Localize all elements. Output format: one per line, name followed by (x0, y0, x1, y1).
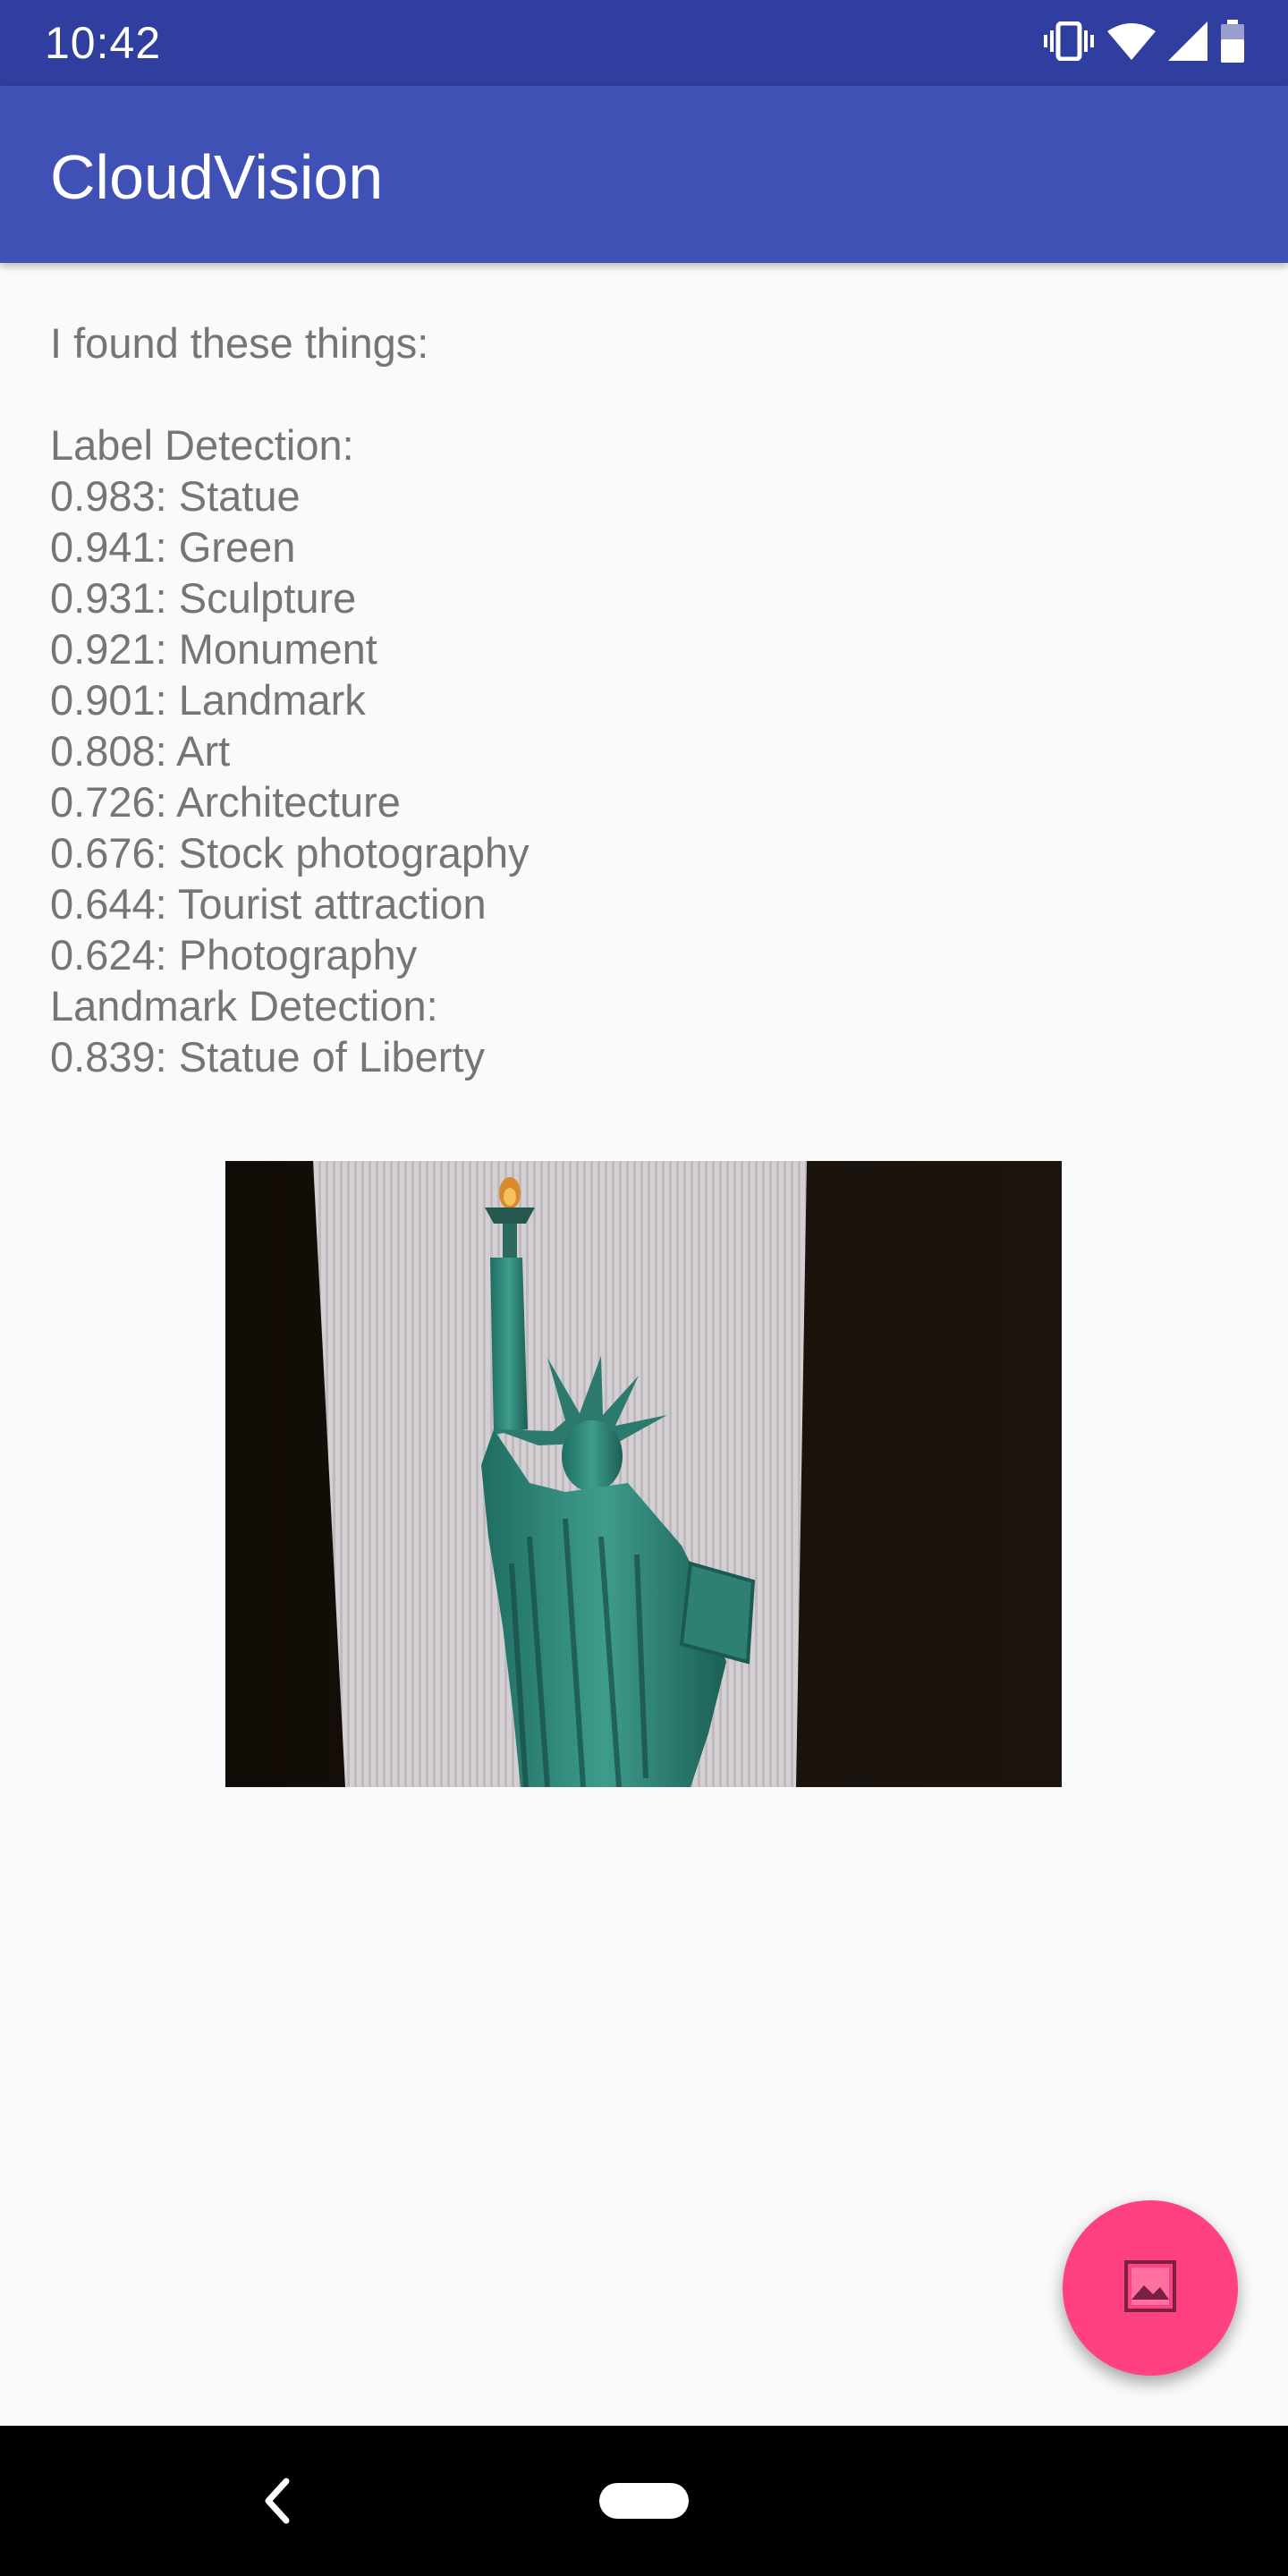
list-item: 0.676: Stock photography (50, 829, 530, 877)
list-item: 0.808: Art (50, 727, 231, 775)
status-time: 10:42 (45, 18, 162, 68)
home-button[interactable] (599, 2483, 689, 2519)
list-item: 0.983: Statue (50, 472, 301, 520)
list-item: 0.931: Sculpture (50, 574, 357, 622)
intro-text: I found these things: (50, 319, 429, 367)
app-bar: CloudVision (0, 86, 1288, 263)
status-icons (1043, 19, 1245, 67)
list-item: 0.624: Photography (50, 931, 418, 979)
results-text: I found these things: Label Detection: 0… (50, 318, 1231, 1082)
pick-image-button[interactable] (1063, 2200, 1238, 2376)
list-item: 0.941: Green (50, 523, 296, 571)
status-bar: 10:42 (0, 0, 1288, 86)
image-gallery-icon (1123, 2258, 1178, 2318)
list-item: 0.644: Tourist attraction (50, 880, 487, 928)
vibrate-icon (1043, 21, 1095, 65)
statue-of-liberty-photo (225, 1161, 1062, 1787)
list-item: 0.726: Architecture (50, 778, 401, 826)
wifi-icon (1107, 22, 1156, 64)
navigation-bar (0, 2426, 1288, 2576)
back-icon[interactable] (259, 2478, 295, 2524)
app-title: CloudVision (50, 142, 384, 212)
signal-icon (1168, 21, 1208, 65)
list-item: 0.839: Statue of Liberty (50, 1033, 485, 1080)
battery-icon (1220, 19, 1245, 67)
label-detection-heading: Label Detection: (50, 421, 354, 469)
list-item: 0.921: Monument (50, 625, 377, 673)
landmark-detection-heading: Landmark Detection: (50, 982, 438, 1030)
list-item: 0.901: Landmark (50, 676, 366, 724)
